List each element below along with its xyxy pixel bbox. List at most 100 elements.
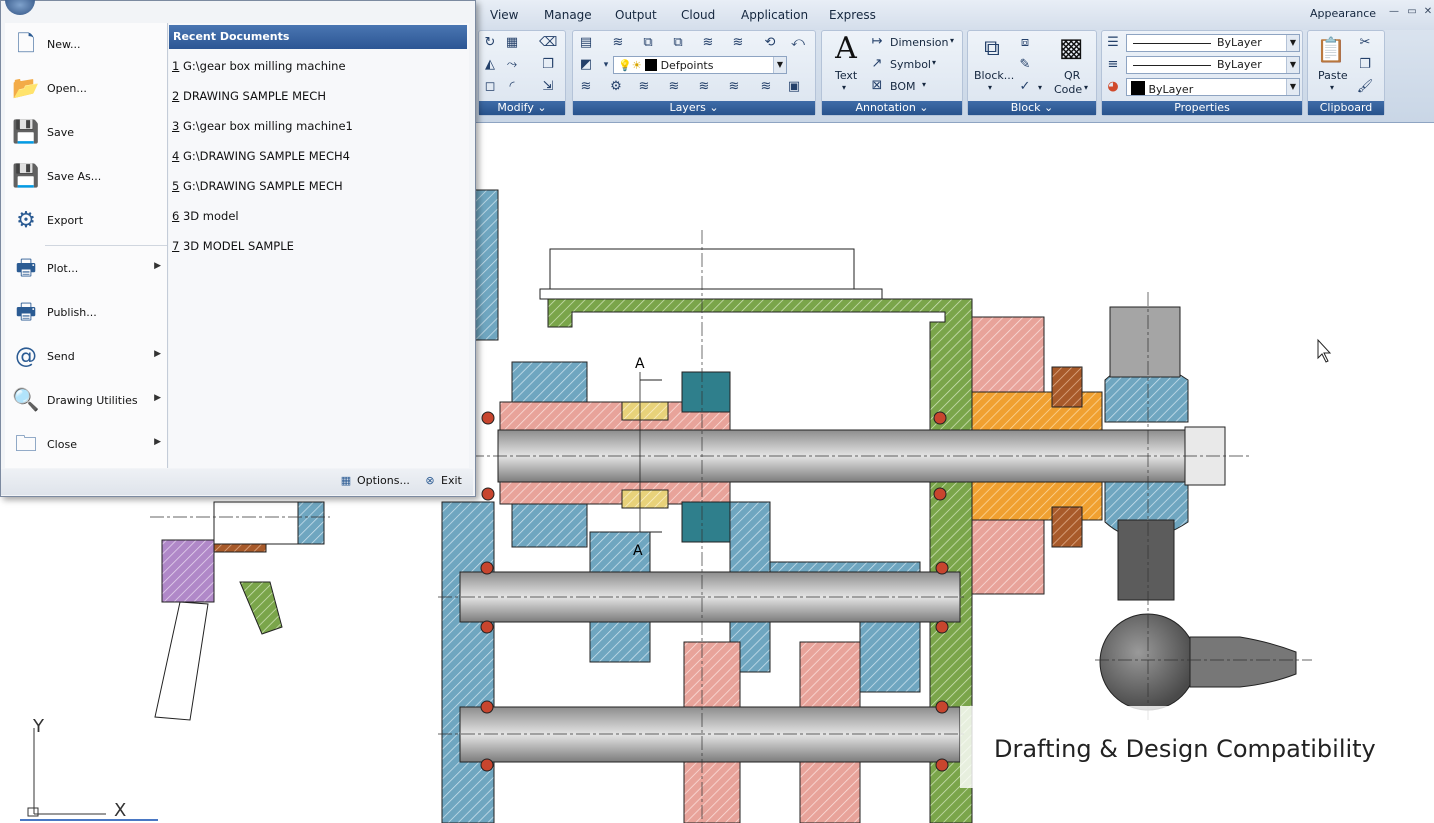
dimension-dropdown-icon[interactable]: ▾ — [950, 36, 954, 45]
panel-layers-title[interactable]: Layers ⌄ — [573, 101, 815, 115]
drawing-utilities-command[interactable]: 🔍 Drawing Utilities ▶ — [5, 379, 167, 423]
lineweight-sample — [1133, 65, 1211, 66]
chevron-down-icon[interactable]: ▼ — [1286, 79, 1299, 95]
recent-document-item[interactable]: 4 G:\DRAWING SAMPLE MECH4 — [172, 149, 350, 163]
paste-icon[interactable]: 📋 — [1316, 35, 1346, 65]
copy-icon[interactable]: ❐ — [1356, 56, 1374, 74]
mirror-icon[interactable]: ◭ — [481, 56, 499, 74]
layer-viewport-icon[interactable]: ▣ — [785, 78, 803, 96]
qr-code-dropdown-icon[interactable]: ▾ — [1084, 83, 1088, 92]
array-icon[interactable]: ▦ — [503, 34, 521, 52]
make-current-icon[interactable]: ◩ — [577, 56, 595, 74]
submenu-arrow-icon: ▶ — [154, 437, 161, 447]
trim-icon[interactable]: ⤳ — [503, 56, 521, 74]
recent-document-item[interactable]: 1 G:\gear box milling machine — [172, 59, 346, 73]
layer-combo[interactable]: 💡☀ Defpoints ▼ — [613, 56, 787, 74]
options-button[interactable]: ▦ Options... — [339, 474, 410, 488]
fillet-icon[interactable]: ◜ — [503, 78, 521, 96]
chevron-down-icon[interactable]: ▼ — [773, 57, 786, 73]
save-command[interactable]: 💾 Save — [5, 111, 167, 155]
scale-icon[interactable]: ◻ — [481, 78, 499, 96]
layer-merge-icon[interactable]: ≋ — [635, 78, 653, 96]
qr-code-label-1[interactable]: QR — [1064, 69, 1080, 82]
layer-previous-icon[interactable]: ⤺ — [789, 34, 807, 52]
recent-document-item[interactable]: 2 DRAWING SAMPLE MECH — [172, 89, 326, 103]
new-command[interactable]: 🗋 New... — [5, 23, 167, 67]
dimension-button[interactable]: Dimension — [890, 36, 948, 49]
layer-lock-icon[interactable]: ⚙ — [607, 78, 625, 96]
tab-view[interactable]: View — [490, 8, 518, 22]
tab-manage[interactable]: Manage — [544, 8, 592, 22]
save-as-command[interactable]: 💾 Save As... — [5, 155, 167, 199]
create-block-icon[interactable]: ⧈ — [1016, 34, 1034, 52]
publish-command[interactable]: 🖶 Publish... — [5, 291, 167, 335]
panel-modify-title[interactable]: Modify ⌄ — [479, 101, 565, 115]
cut-icon[interactable]: ✂ — [1356, 34, 1374, 52]
match-properties-icon[interactable]: 🖌 — [1356, 78, 1374, 96]
chevron-down-icon[interactable]: ▼ — [1286, 57, 1299, 73]
send-command[interactable]: @ Send ▶ — [5, 335, 167, 379]
layer-walk-icon[interactable]: ≋ — [577, 78, 595, 96]
text-button[interactable]: Text — [835, 69, 857, 82]
layer-properties-icon[interactable]: ▤ — [577, 34, 595, 52]
paste-dropdown-icon[interactable]: ▾ — [1330, 83, 1334, 92]
plot-command[interactable]: 🖶 Plot... ▶ — [5, 247, 167, 291]
exit-button[interactable]: ⊗ Exit — [423, 474, 461, 488]
recent-document-item[interactable]: 5 G:\DRAWING SAMPLE MECH — [172, 179, 343, 193]
tab-cloud[interactable]: Cloud — [681, 8, 715, 22]
text-icon[interactable]: A — [832, 33, 860, 65]
recent-document-item[interactable]: 6 3D model — [172, 209, 239, 223]
copy-object-icon[interactable]: ❐ — [539, 56, 557, 74]
symbol-button[interactable]: Symbol — [890, 58, 931, 71]
color-combo[interactable]: ByLayer ▼ — [1126, 78, 1300, 96]
dimension-icon[interactable]: ↦ — [868, 33, 886, 51]
restore-icon[interactable]: ▭ — [1404, 6, 1420, 18]
layer-translate-icon[interactable]: ≋ — [757, 78, 775, 96]
layer-unisolate-icon[interactable]: ⧉ — [669, 34, 687, 52]
layer-change-icon[interactable]: ≋ — [725, 78, 743, 96]
minimize-icon[interactable]: — — [1386, 6, 1402, 18]
tab-application[interactable]: Application — [741, 8, 808, 22]
panel-block-title[interactable]: Block ⌄ — [968, 101, 1096, 115]
rotate-icon[interactable]: ↻ — [481, 34, 499, 52]
panel-annotation-title[interactable]: Annotation ⌄ — [822, 101, 962, 115]
block-dropdown-icon[interactable]: ▾ — [988, 83, 992, 92]
layer-off-icon[interactable]: ≋ — [729, 34, 747, 52]
recent-document-item[interactable]: 3 G:\gear box milling machine1 — [172, 119, 353, 133]
erase-icon[interactable]: ⌫ — [539, 34, 557, 52]
block-attribute-icon[interactable]: ✓ — [1016, 78, 1034, 96]
insert-block-icon[interactable]: ⧉ — [978, 35, 1006, 63]
appearance-menu[interactable]: Appearance — [1310, 7, 1376, 20]
tab-express[interactable]: Express — [829, 8, 876, 22]
paste-button[interactable]: Paste — [1318, 69, 1348, 82]
edit-block-icon[interactable]: ✎ — [1016, 56, 1034, 74]
layer-state-icon[interactable]: ≋ — [609, 34, 627, 52]
attribute-dropdown-icon[interactable]: ▾ — [1038, 83, 1042, 92]
bom-button[interactable]: BOM — [890, 80, 916, 93]
tab-output[interactable]: Output — [615, 8, 657, 22]
close-command[interactable]: 🗀 Close ▶ — [5, 423, 167, 467]
symbol-dropdown-icon[interactable]: ▾ — [932, 58, 936, 67]
layer-copy-icon[interactable]: ≋ — [695, 78, 713, 96]
qr-code-icon[interactable]: ▩ — [1056, 33, 1086, 63]
qr-code-label-2[interactable]: Code — [1054, 83, 1082, 96]
application-button[interactable] — [5, 0, 35, 15]
recent-document-item[interactable]: 7 3D MODEL SAMPLE — [172, 239, 294, 253]
bom-icon[interactable]: ⊠ — [868, 77, 886, 95]
chevron-down-icon[interactable]: ▼ — [1286, 35, 1299, 51]
block-button[interactable]: Block... — [974, 69, 1014, 82]
layer-freeze-icon[interactable]: ≋ — [699, 34, 717, 52]
layer-isolate-icon[interactable]: ⧉ — [639, 34, 657, 52]
close-icon[interactable]: ✕ — [1420, 6, 1434, 18]
linetype-combo[interactable]: ByLayer ▼ — [1126, 34, 1300, 52]
layer-match-icon[interactable]: ⟲ — [761, 34, 779, 52]
bom-dropdown-icon[interactable]: ▾ — [922, 80, 926, 89]
symbol-icon[interactable]: ↗ — [868, 55, 886, 73]
open-command[interactable]: 📂 Open... — [5, 67, 167, 111]
lineweight-combo[interactable]: ByLayer ▼ — [1126, 56, 1300, 74]
layer-delete-icon[interactable]: ≋ — [665, 78, 683, 96]
export-command[interactable]: ⚙ Export — [5, 199, 167, 243]
panel-layers: ▤ ≋ ⧉ ⧉ ≋ ≋ ⟲ ⤺ ◩ ▾ 💡☀ Defpoints ▼ ≋ ⚙ ≋… — [572, 30, 816, 116]
explode-icon[interactable]: ⇲ — [539, 78, 557, 96]
text-dropdown-icon[interactable]: ▾ — [842, 83, 846, 92]
